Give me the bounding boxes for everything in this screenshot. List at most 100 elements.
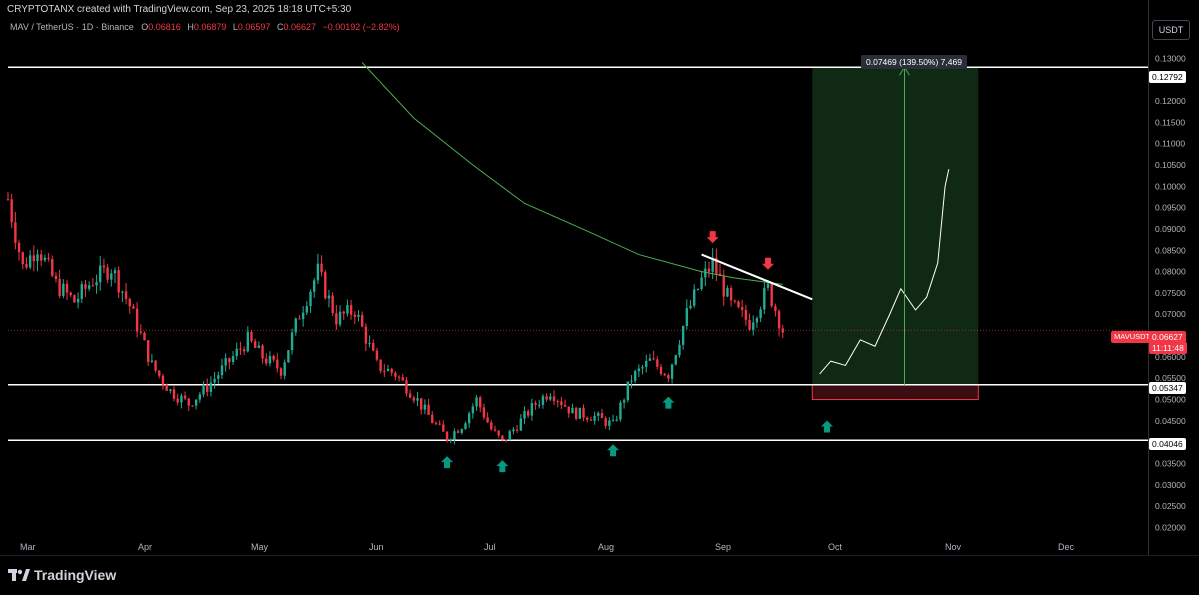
candle-up[interactable]	[471, 406, 475, 414]
candle-down[interactable]	[272, 355, 275, 360]
candle-down[interactable]	[574, 407, 578, 419]
candle-down[interactable]	[69, 292, 72, 296]
candle-up[interactable]	[113, 270, 117, 274]
candle-down[interactable]	[375, 350, 379, 360]
candle-up[interactable]	[615, 419, 618, 421]
price-axis[interactable]	[1148, 0, 1199, 555]
candle-down[interactable]	[563, 404, 567, 407]
candle-down[interactable]	[239, 348, 242, 350]
candle-up[interactable]	[80, 284, 83, 299]
candle-down[interactable]	[132, 306, 135, 309]
candle-down[interactable]	[106, 267, 109, 280]
candle-up[interactable]	[327, 295, 331, 299]
candle-up[interactable]	[755, 318, 759, 323]
candle-up[interactable]	[622, 400, 626, 403]
candle-down[interactable]	[442, 424, 445, 432]
candle-up[interactable]	[619, 402, 622, 420]
candle-down[interactable]	[707, 268, 711, 272]
candle-down[interactable]	[265, 358, 268, 364]
candle-down[interactable]	[497, 430, 500, 436]
candle-down[interactable]	[242, 349, 246, 352]
candle-up[interactable]	[681, 326, 685, 345]
candle-down[interactable]	[250, 331, 253, 342]
candle-up[interactable]	[685, 308, 689, 327]
candle-up[interactable]	[169, 389, 172, 391]
candle-down[interactable]	[124, 291, 128, 299]
candle-up[interactable]	[346, 305, 349, 314]
candle-up[interactable]	[704, 268, 707, 278]
candle-up[interactable]	[213, 378, 216, 383]
candle-up[interactable]	[36, 254, 39, 262]
candle-up[interactable]	[464, 423, 467, 430]
candle-down[interactable]	[427, 404, 430, 415]
candle-up[interactable]	[530, 403, 534, 416]
candle-down[interactable]	[729, 288, 733, 301]
candle-up[interactable]	[641, 367, 644, 369]
candle-up[interactable]	[453, 431, 456, 440]
candle-down[interactable]	[40, 254, 43, 261]
candle-up[interactable]	[508, 431, 511, 441]
candle-down[interactable]	[73, 295, 76, 303]
candle-up[interactable]	[283, 362, 286, 376]
measure-label[interactable]: 0.07469 (139.50%) 7,469	[861, 55, 967, 69]
candle-up[interactable]	[194, 399, 198, 406]
candle-down[interactable]	[25, 264, 28, 268]
candle-up[interactable]	[62, 283, 65, 297]
candle-up[interactable]	[626, 381, 630, 401]
candle-down[interactable]	[146, 340, 150, 362]
candle-up[interactable]	[110, 273, 113, 280]
candle-down[interactable]	[600, 413, 604, 419]
candle-up[interactable]	[633, 371, 637, 381]
currency-unit-button[interactable]: USDT	[1152, 20, 1190, 40]
candle-down[interactable]	[335, 313, 338, 325]
candle-down[interactable]	[349, 305, 353, 315]
candle-down[interactable]	[663, 373, 666, 376]
candle-up[interactable]	[538, 404, 541, 406]
candle-down[interactable]	[493, 429, 497, 431]
candle-down[interactable]	[17, 242, 21, 253]
candle-down[interactable]	[504, 439, 508, 441]
candle-down[interactable]	[722, 276, 725, 297]
candle-up[interactable]	[611, 419, 615, 421]
candle-down[interactable]	[582, 407, 585, 418]
candle-up[interactable]	[645, 360, 648, 368]
candle-up[interactable]	[368, 342, 371, 344]
candle-down[interactable]	[526, 411, 530, 416]
candle-down[interactable]	[534, 403, 537, 405]
candle-up[interactable]	[593, 415, 596, 421]
candle-up[interactable]	[198, 394, 202, 400]
candle-down[interactable]	[552, 396, 556, 402]
candle-up[interactable]	[519, 418, 523, 431]
candle-up[interactable]	[231, 356, 235, 363]
candle-up[interactable]	[257, 345, 261, 348]
candle-up[interactable]	[246, 331, 250, 352]
candle-down[interactable]	[744, 309, 748, 320]
candle-up[interactable]	[309, 291, 312, 307]
candle-up[interactable]	[209, 382, 213, 392]
candle-up[interactable]	[460, 429, 463, 433]
target-zone[interactable]	[812, 67, 979, 385]
candle-up[interactable]	[416, 398, 419, 401]
candle-down[interactable]	[51, 259, 54, 276]
candle-up[interactable]	[512, 429, 515, 432]
candle-up[interactable]	[763, 287, 766, 310]
candle-down[interactable]	[84, 284, 87, 289]
candle-down[interactable]	[117, 270, 120, 293]
candle-up[interactable]	[287, 350, 290, 363]
candle-down[interactable]	[228, 358, 231, 363]
candle-down[interactable]	[412, 397, 416, 401]
candle-up[interactable]	[99, 265, 102, 283]
candle-up[interactable]	[648, 358, 652, 361]
candle-down[interactable]	[10, 199, 13, 223]
candle-down[interactable]	[176, 398, 179, 403]
candle-down[interactable]	[58, 279, 61, 297]
candle-down[interactable]	[397, 376, 401, 378]
candle-up[interactable]	[224, 358, 227, 366]
candle-down[interactable]	[748, 319, 751, 330]
candle-up[interactable]	[630, 380, 633, 382]
candle-down[interactable]	[479, 397, 482, 408]
candle-up[interactable]	[700, 277, 703, 289]
candle-down[interactable]	[401, 377, 404, 381]
candle-up[interactable]	[696, 288, 700, 290]
candle-up[interactable]	[338, 311, 342, 325]
